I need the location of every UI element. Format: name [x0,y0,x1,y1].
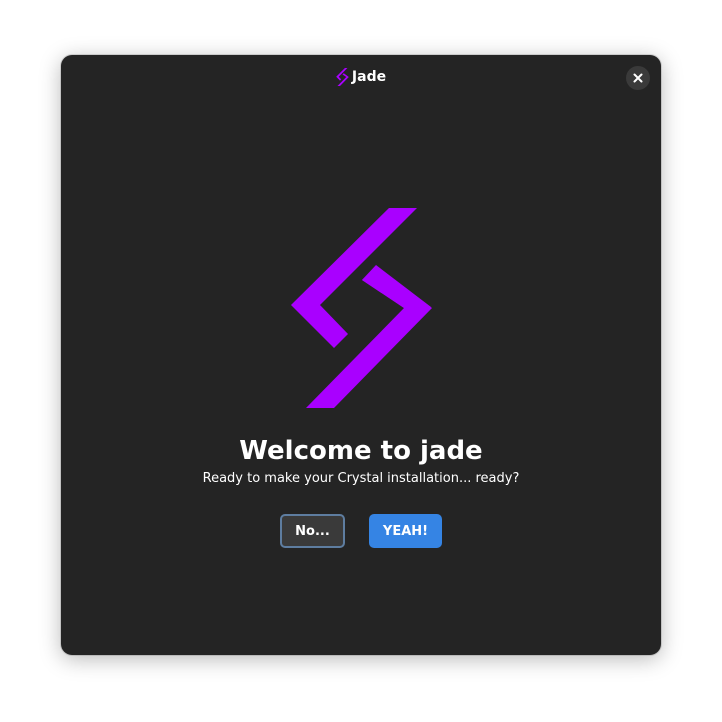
no-button[interactable]: No... [280,514,345,548]
jade-logo [290,207,432,409]
jade-logo-icon [291,208,432,408]
welcome-heading: Welcome to jade [239,436,483,466]
yeah-button[interactable]: YEAH! [369,514,442,548]
welcome-subtitle: Ready to make your Crystal installation.… [202,471,520,486]
close-icon [633,73,643,83]
jade-window: Jade Welcome to jade Ready to make your … [61,55,661,655]
header-bar: Jade [61,55,661,101]
close-button[interactable] [626,66,650,90]
window-title: Jade [61,68,661,86]
window-title-text: Jade [351,69,387,85]
jade-logo-icon [336,68,349,86]
